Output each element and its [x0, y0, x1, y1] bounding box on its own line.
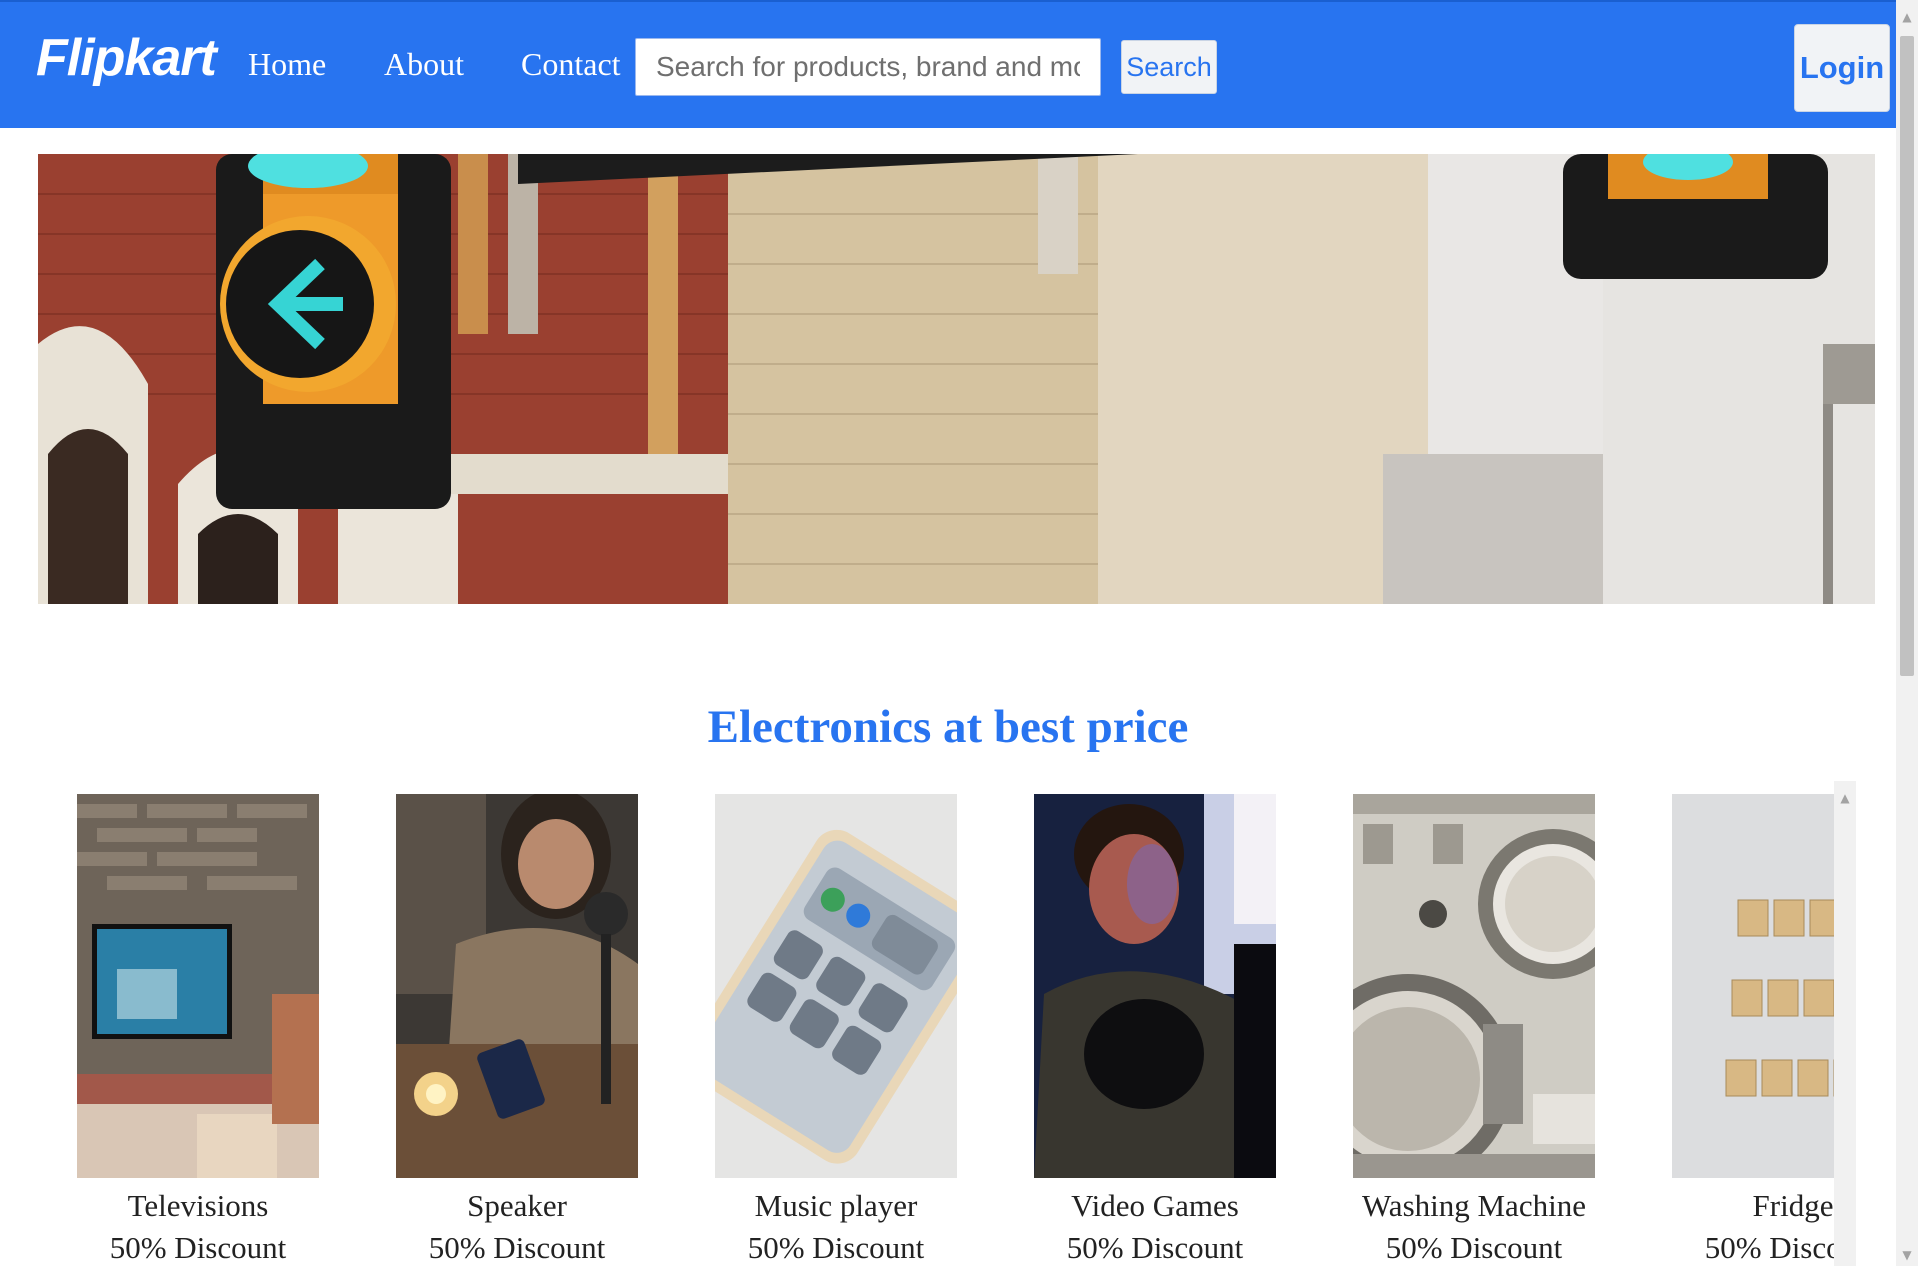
- product-discount: 50% Discount: [109, 1230, 287, 1265]
- product-image-speaker[interactable]: [396, 794, 638, 1178]
- product-name: Speaker: [467, 1188, 567, 1223]
- product-discount: 50% Discount: [1066, 1230, 1244, 1265]
- scroll-up-arrow-icon[interactable]: ▲: [1834, 791, 1856, 805]
- nav-link-about[interactable]: About: [384, 46, 464, 83]
- product-carousel: Televisions 50% Discount Speaker 50% Dis…: [38, 781, 1856, 1266]
- scroll-down-arrow-icon[interactable]: ▼: [1896, 1244, 1918, 1266]
- product-discount: 50% Discount: [428, 1230, 606, 1265]
- product-image-washing-machine[interactable]: [1353, 794, 1595, 1178]
- nav-link-contact[interactable]: Contact: [521, 46, 621, 83]
- product-discount: 50% Discount: [1385, 1230, 1563, 1265]
- product-image-music-player[interactable]: [715, 794, 957, 1178]
- search-button[interactable]: Search: [1121, 40, 1217, 94]
- product-card-speaker[interactable]: Speaker 50% Discount: [396, 794, 638, 1266]
- product-image-video-games[interactable]: [1034, 794, 1276, 1178]
- brand-logo[interactable]: Flipkart: [36, 28, 217, 88]
- product-discount: 50% Discount: [747, 1230, 925, 1265]
- product-discount: 50% Discount: [1704, 1230, 1856, 1265]
- search-input[interactable]: [635, 38, 1101, 96]
- product-name: Fridge: [1752, 1188, 1834, 1223]
- section-title: Electronics at best price: [707, 701, 1189, 753]
- product-card-music-player[interactable]: Music player 50% Discount: [715, 794, 957, 1266]
- product-card-washing-machine[interactable]: Washing Machine 50% Discount: [1353, 794, 1595, 1266]
- product-name: Music player: [754, 1188, 918, 1223]
- product-image-fridge[interactable]: [1672, 794, 1856, 1178]
- product-scrollbar[interactable]: ▲: [1834, 781, 1856, 1266]
- nav-link-home[interactable]: Home: [248, 46, 326, 83]
- product-name: Washing Machine: [1362, 1188, 1586, 1223]
- product-card-fridge[interactable]: Fridge 50% Discount: [1672, 794, 1856, 1266]
- scroll-up-arrow-icon[interactable]: ▲: [1896, 6, 1918, 28]
- product-card-televisions[interactable]: Televisions 50% Discount: [77, 794, 319, 1266]
- login-button[interactable]: Login: [1794, 24, 1890, 112]
- product-image-televisions[interactable]: [77, 794, 319, 1178]
- page-scrollbar[interactable]: ▲ ▼: [1896, 0, 1918, 1266]
- product-name: Televisions: [127, 1188, 269, 1223]
- page-scroll-thumb[interactable]: [1900, 36, 1914, 676]
- product-name: Video Games: [1071, 1188, 1239, 1223]
- product-card-video-games[interactable]: Video Games 50% Discount: [1034, 794, 1276, 1266]
- hero-banner-image: [38, 154, 1875, 604]
- navbar: Flipkart Home About Contact Search Login: [0, 0, 1896, 128]
